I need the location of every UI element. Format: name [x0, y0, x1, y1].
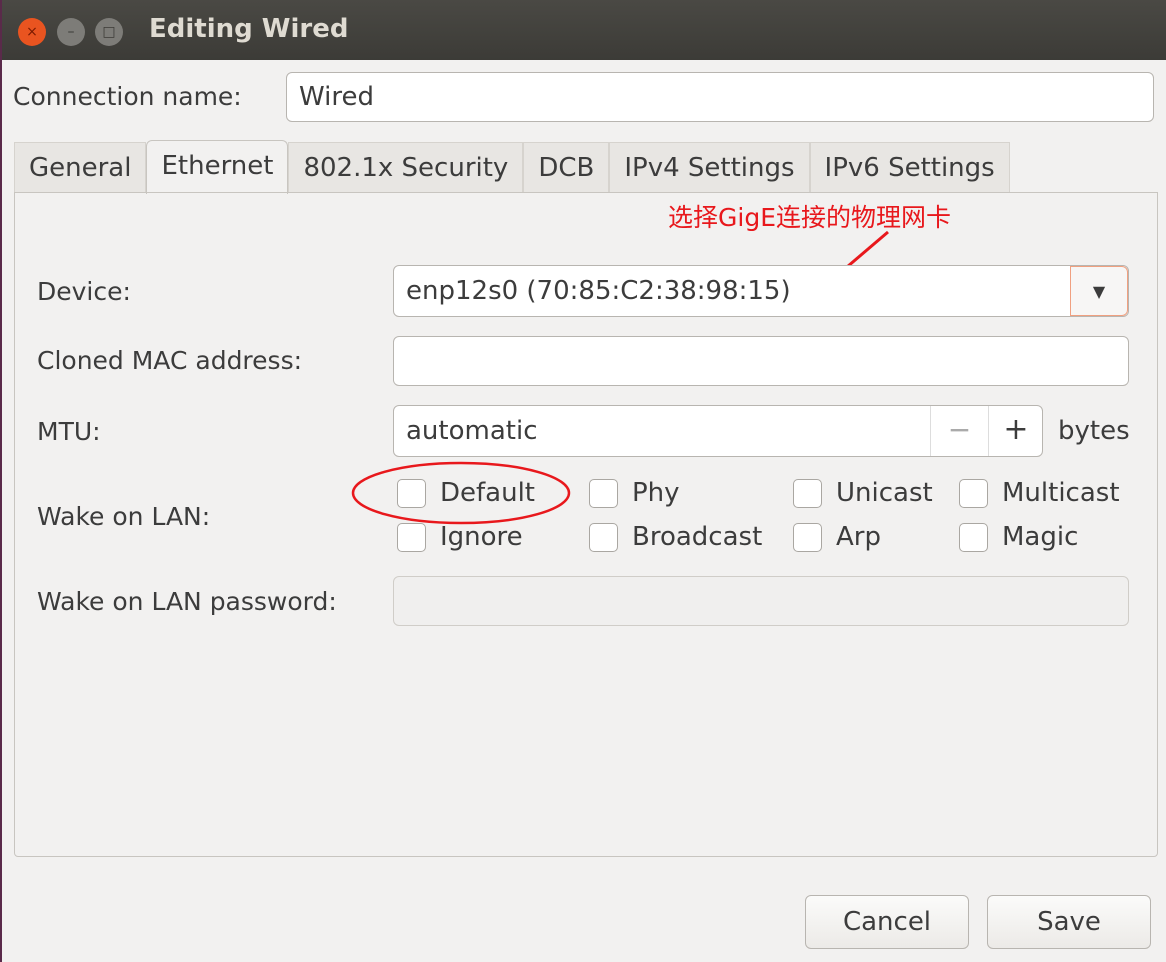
checkbox-label: Unicast: [836, 478, 933, 508]
checkbox-icon: [959, 522, 988, 552]
chevron-down-icon[interactable]: ▼: [1070, 266, 1128, 316]
wol-broadcast-checkbox[interactable]: Broadcast: [589, 522, 762, 552]
checkbox-label: Multicast: [1002, 478, 1120, 508]
mtu-unit: bytes: [1058, 416, 1130, 446]
checkbox-icon: [589, 522, 618, 552]
checkbox-icon: [793, 478, 822, 508]
checkbox-label: Ignore: [440, 522, 523, 552]
device-dropdown[interactable]: enp12s0 (70:85:C2:38:98:15) ▼: [393, 265, 1129, 317]
mtu-value: automatic: [406, 416, 538, 446]
cancel-button[interactable]: Cancel: [805, 895, 969, 949]
checkbox-icon: [959, 478, 988, 508]
checkbox-icon: [397, 522, 426, 552]
wol-magic-checkbox[interactable]: Magic: [959, 522, 1078, 552]
checkbox-label: Phy: [632, 478, 680, 508]
device-value: enp12s0 (70:85:C2:38:98:15): [406, 276, 791, 306]
wol-multicast-checkbox[interactable]: Multicast: [959, 478, 1120, 508]
mtu-decrement-button[interactable]: −: [930, 406, 988, 456]
mtu-spinbox[interactable]: automatic − +: [393, 405, 1043, 457]
wol-arp-checkbox[interactable]: Arp: [793, 522, 881, 552]
checkbox-icon: [589, 478, 618, 508]
checkbox-icon: [793, 522, 822, 552]
checkbox-label: Default: [440, 478, 535, 508]
cloned-mac-label: Cloned MAC address:: [37, 346, 303, 375]
wol-unicast-checkbox[interactable]: Unicast: [793, 478, 933, 508]
checkbox-label: Arp: [836, 522, 881, 552]
checkbox-icon: [397, 478, 426, 508]
cloned-mac-input[interactable]: [393, 336, 1129, 386]
mtu-label: MTU:: [37, 417, 101, 446]
wol-label: Wake on LAN:: [37, 502, 211, 531]
checkbox-label: Magic: [1002, 522, 1079, 552]
wol-phy-checkbox[interactable]: Phy: [589, 478, 680, 508]
wol-ignore-checkbox[interactable]: Ignore: [397, 522, 523, 552]
save-button[interactable]: Save: [987, 895, 1151, 949]
checkbox-label: Broadcast: [632, 522, 763, 552]
wol-default-checkbox[interactable]: Default: [397, 478, 535, 508]
device-label: Device:: [37, 277, 131, 306]
mtu-increment-button[interactable]: +: [988, 406, 1043, 456]
editing-window: × – □ Editing Wired Connection name: Wir…: [2, 0, 1166, 962]
wol-password-input[interactable]: [393, 576, 1129, 626]
wol-password-label: Wake on LAN password:: [37, 587, 337, 616]
